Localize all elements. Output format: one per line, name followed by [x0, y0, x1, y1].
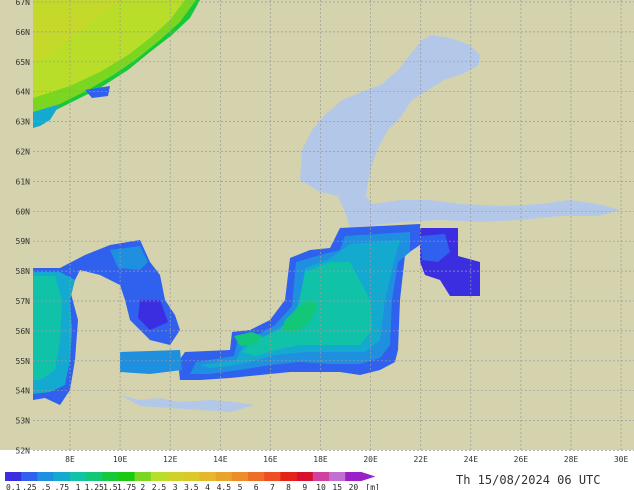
lat-label-62n: 62N [16, 148, 31, 157]
lat-label-61n: 61N [16, 177, 31, 186]
lat-label-64n: 64N [16, 88, 31, 97]
wave-height-legend [5, 472, 376, 481]
legend-swatch [53, 472, 71, 481]
legend-labels: 0.1.25 .5 .75 1 1.25 1.5 1.75 2 2.5 3 3.5 4 4.5 5 6 7 8 9… [6, 483, 380, 490]
legend-swatch [345, 472, 362, 481]
lon-label-30e: 30E [614, 455, 629, 464]
lon-label-22e: 22E [413, 455, 428, 464]
legend-label: 2.5 [152, 483, 167, 490]
legend-swatch [296, 472, 314, 481]
lon-label-12e: 12E [163, 455, 178, 464]
legend-swatch [199, 472, 216, 481]
legend-swatch [329, 472, 346, 481]
legend-label: .25 [22, 483, 37, 490]
legend-label: 6 [254, 483, 259, 490]
lon-label-28e: 28E [564, 455, 579, 464]
legend-swatch [183, 472, 200, 481]
legend-label: 1.75 [117, 483, 136, 490]
lat-label-59n: 59N [16, 237, 31, 246]
legend-label: 0.1 [6, 483, 21, 490]
legend-swatch [21, 472, 38, 481]
legend-swatch [312, 472, 330, 481]
lat-label-53n: 53N [16, 417, 31, 426]
legend-swatch [118, 472, 135, 481]
legend-arrow-tip [361, 472, 376, 481]
legend-label: 7 [270, 483, 275, 490]
legend-unit: [m] [365, 483, 379, 490]
legend-swatch [150, 472, 168, 481]
legend-label: 3 [173, 483, 178, 490]
wave-height-map: 67N 66N 65N 64N 63N 62N 61N 60N 59N 58N 57N 56N 55N 5… [0, 0, 634, 490]
legend-label: 15 [332, 483, 342, 490]
legend-label: 20 [349, 483, 359, 490]
lat-label-58n: 58N [16, 267, 31, 276]
lat-label-55n: 55N [16, 357, 31, 366]
legend-label: .75 [55, 483, 70, 490]
legend-label: 8 [286, 483, 291, 490]
lat-label-66n: 66N [16, 28, 31, 37]
legend-swatch [5, 472, 22, 481]
legend-swatch [134, 472, 152, 481]
lat-label-65n: 65N [16, 58, 31, 67]
legend-label: 1.5 [103, 483, 118, 490]
legend-label: 10 [316, 483, 326, 490]
lat-label-63n: 63N [16, 118, 31, 127]
legend-swatch [248, 472, 265, 481]
legend-swatch [69, 472, 87, 481]
legend-swatch [37, 472, 54, 481]
lat-label-56n: 56N [16, 327, 31, 336]
lon-label-8e: 8E [65, 455, 75, 464]
lon-label-18e: 18E [313, 455, 328, 464]
lon-label-10e: 10E [113, 455, 128, 464]
legend-label: .5 [41, 483, 51, 490]
legend-label: 1 [76, 483, 81, 490]
lat-label-60n: 60N [16, 207, 31, 216]
legend-swatch [102, 472, 119, 481]
lon-label-16e: 16E [263, 455, 278, 464]
legend-swatch [280, 472, 297, 481]
legend-label: 9 [302, 483, 307, 490]
legend-label: 2 [140, 483, 145, 490]
longitude-labels: 8E 10E 12E 14E 16E 18E 20E 22E 24E 26E 28E 30E [65, 455, 628, 464]
legend-label: 3.5 [184, 483, 199, 490]
lat-label-54n: 54N [16, 387, 31, 396]
lon-label-26e: 26E [514, 455, 529, 464]
lon-label-14e: 14E [213, 455, 228, 464]
legend-swatch [264, 472, 281, 481]
lon-label-20e: 20E [363, 455, 378, 464]
legend-label: 1.25 [85, 483, 104, 490]
legend-swatch [231, 472, 249, 481]
legend-label: 5 [238, 483, 243, 490]
lat-label-52n: 52N [16, 447, 31, 456]
lat-label-67n: 67N [16, 0, 31, 7]
lon-label-24e: 24E [464, 455, 479, 464]
legend-label: 4 [205, 483, 210, 490]
forecast-timestamp: Th 15/08/2024 06 UTC [456, 473, 601, 487]
legend-swatch [167, 472, 184, 481]
legend-label: 4.5 [217, 483, 232, 490]
legend-swatch [86, 472, 103, 481]
legend-swatch [215, 472, 233, 481]
lat-label-57n: 57N [16, 297, 31, 306]
